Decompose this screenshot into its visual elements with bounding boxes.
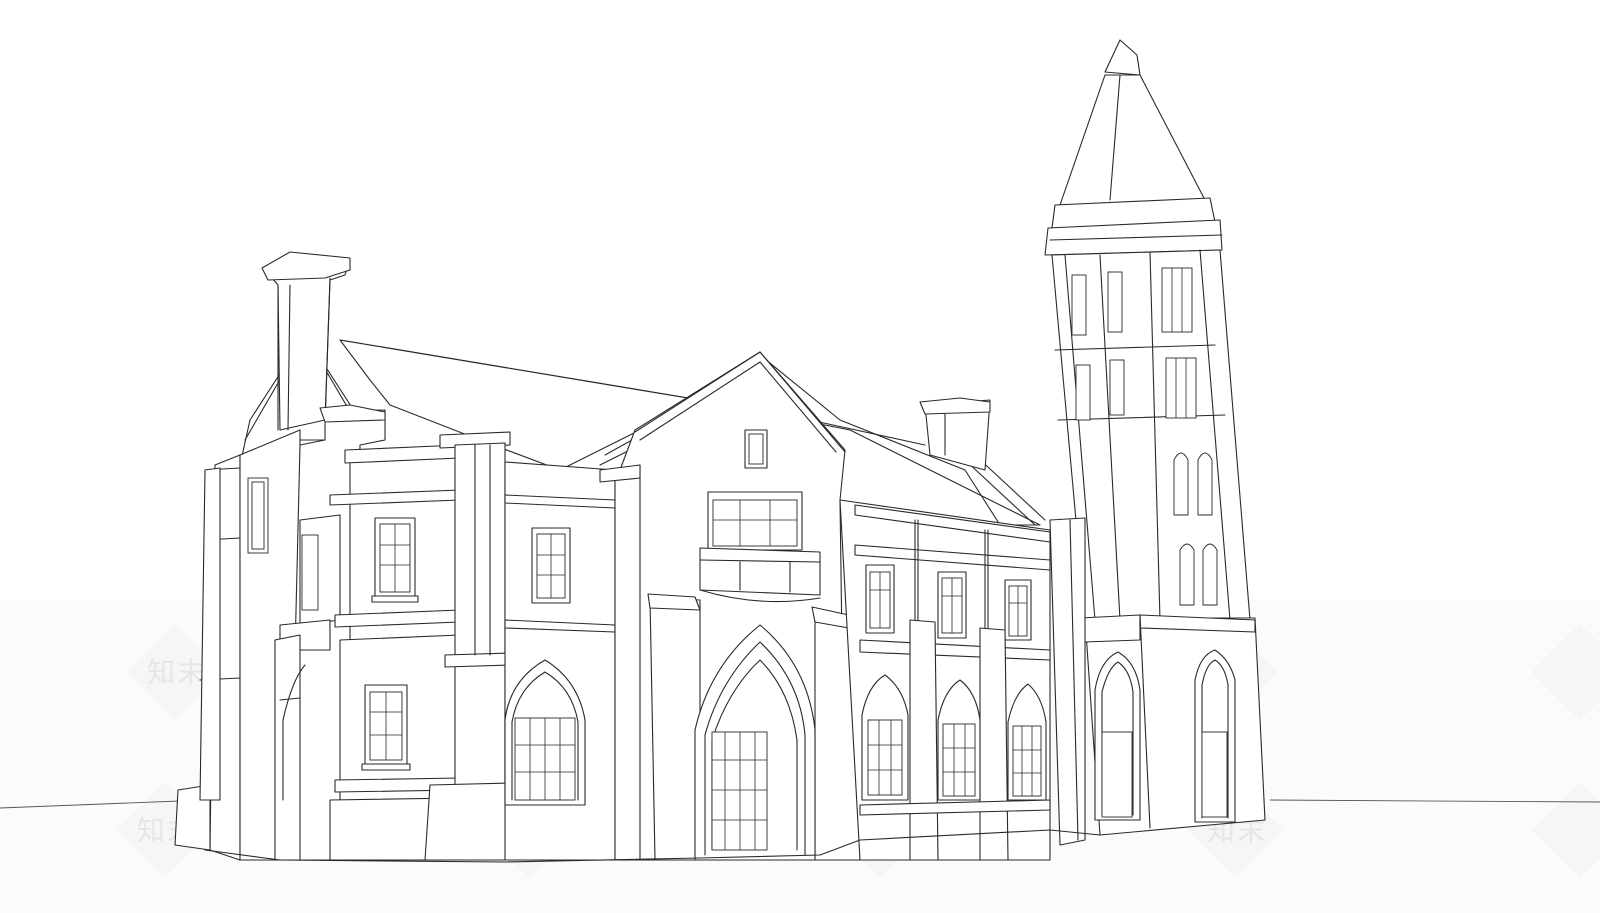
tower-spire (1044, 39, 1223, 256)
gable-vent (744, 429, 768, 469)
window-right-1 (865, 564, 895, 634)
window-upper-left (371, 517, 419, 603)
window-right-2 (937, 571, 967, 639)
watermark-text: 知末 (147, 656, 207, 689)
tower-arch-left (1094, 651, 1141, 821)
window-lower-left (361, 684, 411, 771)
drawing-canvas: 知末 知末 知末 知末 知末 知末 知末 知 (0, 0, 1600, 913)
balcony-window (707, 491, 803, 551)
church-elevation-drawing: 知末 知末 知末 知末 知末 知末 知末 知 (0, 39, 1600, 913)
bay-2 (504, 461, 616, 861)
main-portal (647, 593, 861, 861)
window-bay-2-upper (531, 527, 571, 604)
gothic-window-right-1 (861, 674, 909, 801)
right-wing (839, 499, 1051, 861)
window-right-3 (1004, 579, 1032, 641)
tower-arch-right (1194, 649, 1236, 823)
bell-tower (1044, 39, 1266, 846)
portal-door (711, 731, 768, 851)
